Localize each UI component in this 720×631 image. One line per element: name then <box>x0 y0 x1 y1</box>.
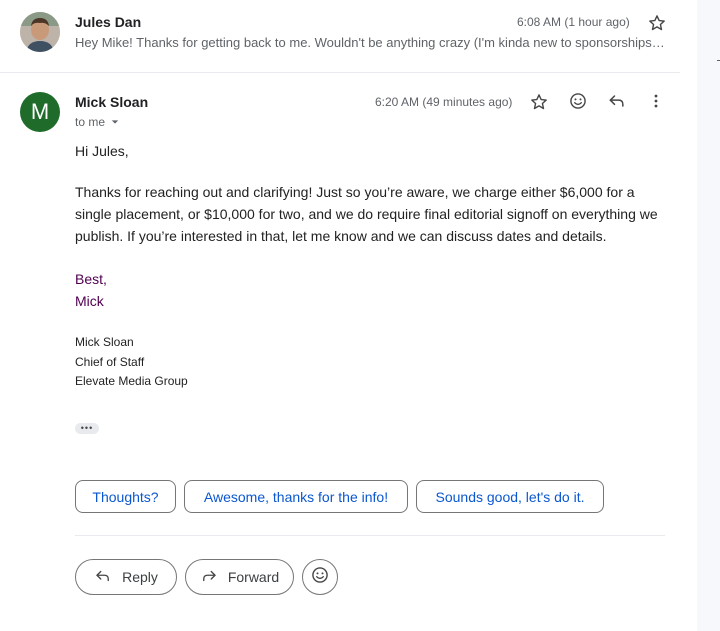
emoji-reaction-button[interactable] <box>302 559 338 595</box>
collapsed-timestamp: 6:08 AM (1 hour ago) <box>517 15 630 29</box>
forward-label: Forward <box>227 569 280 585</box>
email-greeting: Hi Jules, <box>75 143 129 159</box>
smart-reply-awesome[interactable]: Awesome, thanks for the info! <box>184 480 408 513</box>
reply-icon[interactable] <box>606 90 628 112</box>
reply-divider <box>75 535 665 536</box>
sender-avatar-photo <box>20 12 60 52</box>
collapsed-sender-name: Jules Dan <box>75 14 142 30</box>
smart-reply-thoughts[interactable]: Thoughts? <box>75 480 176 513</box>
emoji-icon <box>310 565 330 590</box>
sender-avatar: M <box>20 92 60 132</box>
signoff-line: Best, <box>75 271 107 287</box>
smart-reply-sounds-good[interactable]: Sounds good, let's do it. <box>416 480 604 513</box>
star-icon[interactable] <box>528 91 550 113</box>
email-paragraph: Thanks for reaching out and clarifying! … <box>75 184 658 244</box>
email-signature: Mick Sloan Chief of Staff Elevate Media … <box>75 333 188 392</box>
recipient-details[interactable]: to me <box>75 115 119 129</box>
reply-button[interactable]: Reply <box>75 559 177 595</box>
reply-label: Reply <box>122 569 158 585</box>
email-signoff: Best, Mick <box>75 268 107 312</box>
star-icon[interactable] <box>647 13 667 33</box>
collapsed-snippet: Hey Mike! Thanks for getting back to me.… <box>75 35 667 50</box>
forward-icon <box>200 567 218 588</box>
collapsed-message[interactable]: Jules Dan 6:08 AM (1 hour ago) Hey Mike!… <box>0 0 680 70</box>
signature-title: Chief of Staff <box>75 354 145 369</box>
emoji-reaction-icon[interactable] <box>567 90 589 112</box>
more-vert-icon[interactable] <box>645 90 667 112</box>
show-trimmed-content-button[interactable]: ••• <box>75 423 99 434</box>
sender-name[interactable]: Mick Sloan <box>75 94 148 110</box>
message-timestamp: 6:20 AM (49 minutes ago) <box>375 95 513 109</box>
email-thread: Jules Dan 6:08 AM (1 hour ago) Hey Mike!… <box>0 0 697 631</box>
recipient-label: to me <box>75 115 106 129</box>
message-divider <box>0 72 680 73</box>
signature-name: Mick Sloan <box>75 335 134 349</box>
signoff-name: Mick <box>75 293 104 309</box>
signature-company: Elevate Media Group <box>75 374 188 388</box>
caret-down-icon <box>111 115 119 129</box>
forward-button[interactable]: Forward <box>185 559 294 595</box>
reply-icon <box>94 567 112 588</box>
side-panel-edge <box>697 0 720 631</box>
